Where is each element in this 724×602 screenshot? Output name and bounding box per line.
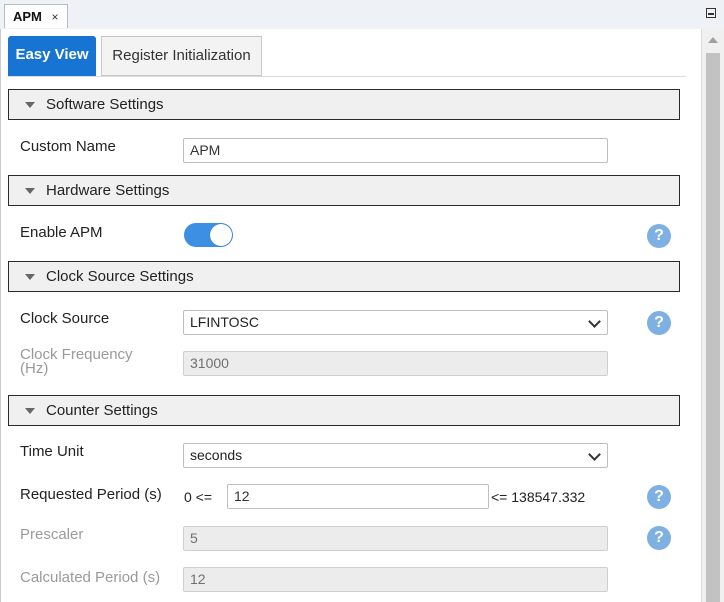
clock-frequency-label: Clock Frequency (Hz) [20,347,133,377]
section-software-settings[interactable]: Software Settings [8,89,680,120]
scroll-thumb[interactable] [706,53,720,602]
clock-source-value: LFINTOSC [190,314,259,330]
requested-period-input[interactable]: 12 [227,484,489,509]
time-unit-value: seconds [190,447,243,463]
custom-name-label: Custom Name [20,138,116,155]
document-tab-title: APM [13,9,42,24]
requested-period-label: Requested Period (s) [20,486,162,503]
collapse-triangle-icon [25,408,35,414]
clock-frequency-field: 31000 [183,351,608,376]
calculated-period-label: Calculated Period (s) [20,569,161,586]
requested-period-min: 0 <= [184,489,213,505]
chevron-down-icon [588,315,601,328]
help-icon[interactable]: ? [647,485,671,509]
section-hardware-settings[interactable]: Hardware Settings [8,175,680,206]
time-unit-label: Time Unit [20,443,84,460]
enable-apm-toggle[interactable] [184,223,233,247]
document-tab-apm[interactable]: APM × [4,4,68,28]
prescaler-field: 5 [183,526,608,551]
tab-easy-view[interactable]: Easy View [8,36,96,76]
section-counter-settings[interactable]: Counter Settings [8,395,680,426]
clock-frequency-label-line2: (Hz) [20,360,49,377]
section-title: Clock Source Settings [46,268,194,285]
tab-divider [8,76,686,77]
minimize-icon[interactable] [706,8,716,18]
collapse-triangle-icon [25,274,35,280]
document-tab-strip: APM × [0,0,724,30]
chevron-down-icon [588,448,601,461]
help-icon[interactable]: ? [647,224,671,248]
close-icon[interactable]: × [52,10,59,24]
prescaler-label: Prescaler [20,526,84,543]
scroll-up-arrow-icon[interactable] [708,37,718,43]
vertical-scrollbar[interactable] [701,29,724,602]
collapse-triangle-icon [25,102,35,108]
settings-panel: Easy View Register Initialization Softwa… [0,29,702,602]
time-unit-select[interactable]: seconds [183,443,608,468]
requested-period-max: <= 138547.332 [491,489,586,505]
help-icon[interactable]: ? [647,526,671,550]
help-icon[interactable]: ? [647,311,671,335]
clock-source-label: Clock Source [20,310,110,327]
clock-source-select[interactable]: LFINTOSC [183,310,608,335]
enable-apm-label: Enable APM [20,224,103,241]
section-title: Hardware Settings [46,182,170,199]
toggle-knob [210,224,232,246]
custom-name-input[interactable]: APM [183,138,608,163]
section-title: Software Settings [46,96,164,113]
section-title: Counter Settings [46,402,158,419]
tab-register-initialization[interactable]: Register Initialization [101,36,262,76]
calculated-period-field: 12 [183,567,608,592]
section-clock-source-settings[interactable]: Clock Source Settings [8,261,680,292]
collapse-triangle-icon [25,188,35,194]
